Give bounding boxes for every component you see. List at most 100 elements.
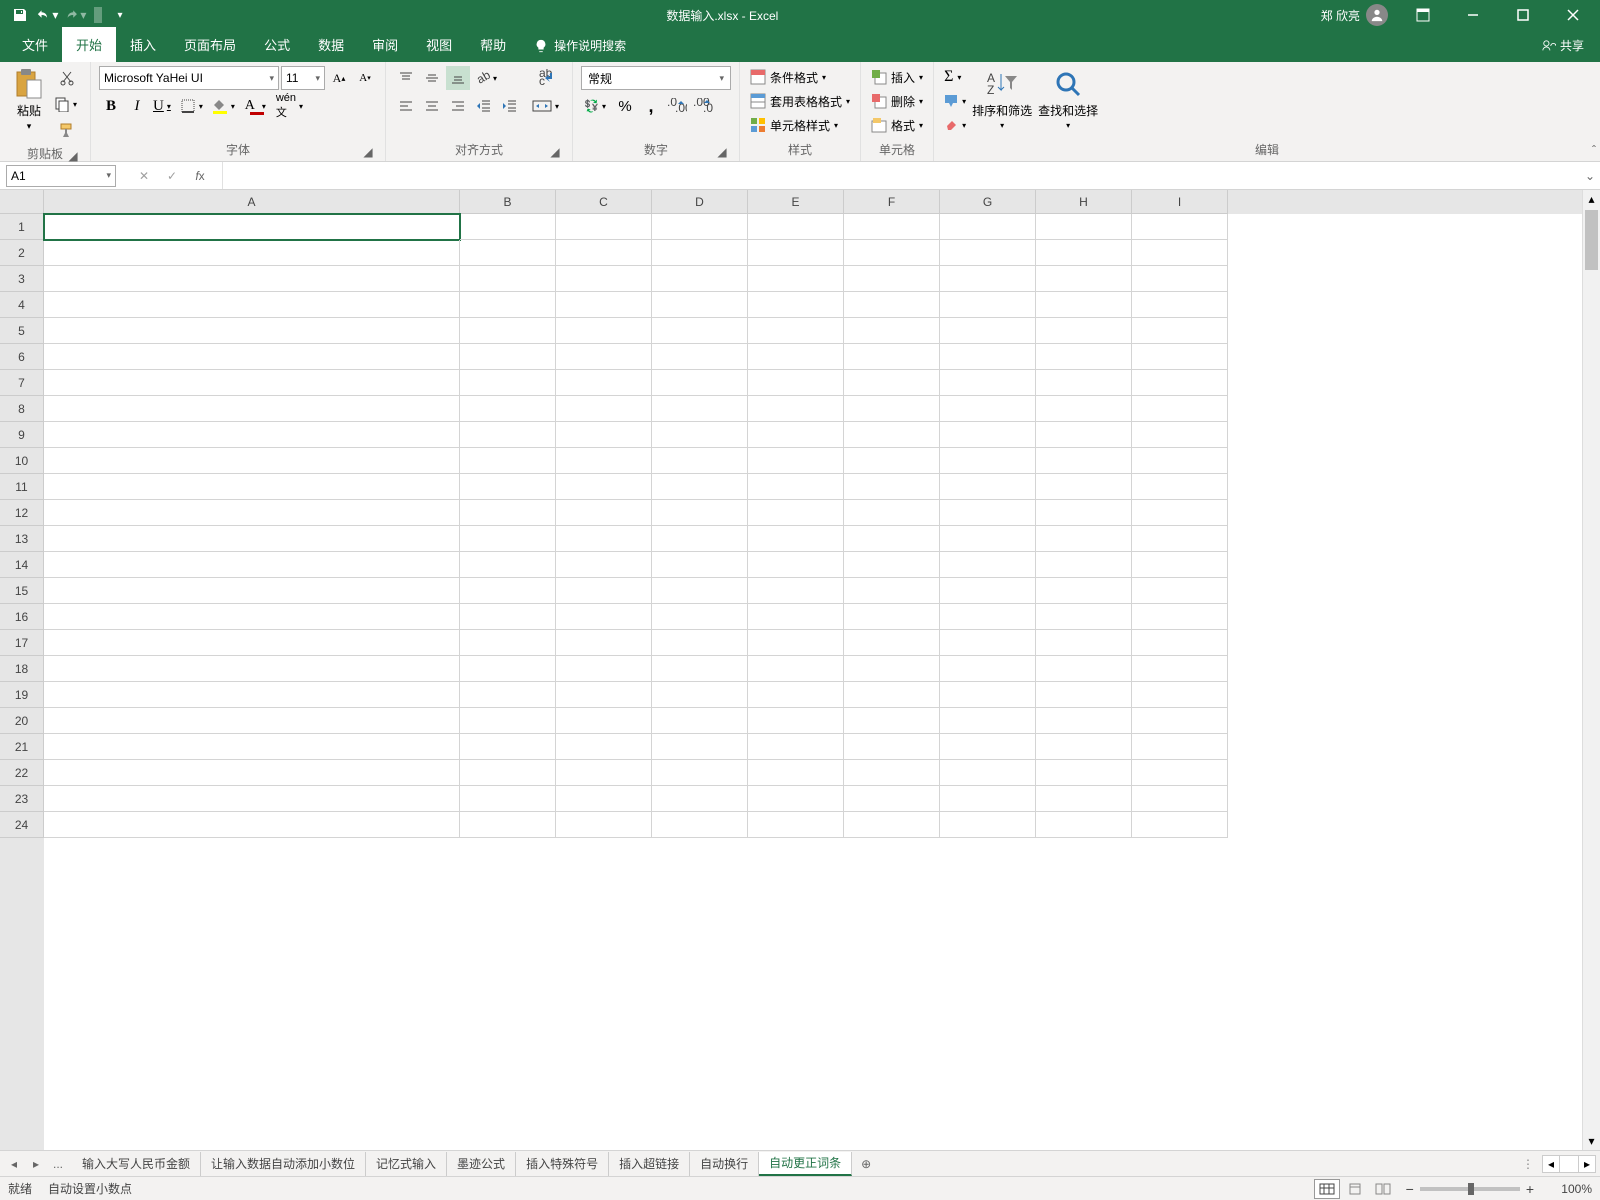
insert-function-button[interactable]: fx — [188, 165, 212, 187]
cell[interactable] — [844, 682, 940, 708]
row-header[interactable]: 23 — [0, 786, 44, 812]
cell[interactable] — [652, 578, 748, 604]
minimize-button[interactable] — [1450, 0, 1496, 30]
cell[interactable] — [940, 318, 1036, 344]
cell[interactable] — [44, 604, 460, 630]
cell[interactable] — [940, 786, 1036, 812]
cell[interactable] — [1132, 448, 1228, 474]
cell[interactable] — [844, 448, 940, 474]
cell[interactable] — [652, 292, 748, 318]
decrease-indent-button[interactable] — [472, 94, 496, 118]
percent-button[interactable]: % — [613, 94, 637, 118]
cell[interactable] — [460, 214, 556, 240]
cell[interactable] — [844, 630, 940, 656]
cell[interactable] — [1132, 214, 1228, 240]
page-break-view-button[interactable] — [1370, 1179, 1396, 1199]
save-icon[interactable] — [8, 3, 32, 27]
font-name-combo[interactable]: ▾ — [99, 66, 279, 90]
align-center-button[interactable] — [420, 94, 444, 118]
new-sheet-button[interactable]: ⊕ — [852, 1157, 880, 1171]
sheet-nav-next[interactable]: ▸ — [28, 1157, 44, 1171]
font-color-button[interactable]: A▾ — [242, 94, 272, 118]
tab-home[interactable]: 开始 — [62, 27, 116, 62]
cell[interactable] — [460, 318, 556, 344]
column-header[interactable]: B — [460, 190, 556, 214]
find-select-button[interactable]: 查找和选择▾ — [1036, 66, 1100, 132]
cell[interactable] — [1132, 760, 1228, 786]
row-header[interactable]: 5 — [0, 318, 44, 344]
column-header[interactable]: I — [1132, 190, 1228, 214]
cell[interactable] — [556, 240, 652, 266]
cell[interactable] — [652, 734, 748, 760]
row-header[interactable]: 20 — [0, 708, 44, 734]
cell[interactable] — [556, 812, 652, 838]
scroll-up-button[interactable]: ▴ — [1583, 190, 1600, 208]
name-box[interactable]: ▾ — [6, 165, 116, 187]
cell[interactable] — [652, 214, 748, 240]
cell[interactable] — [940, 344, 1036, 370]
cell[interactable] — [1036, 240, 1132, 266]
cell[interactable] — [1036, 604, 1132, 630]
cell[interactable] — [556, 578, 652, 604]
share-button[interactable]: 共享 — [1526, 29, 1600, 62]
select-all-corner[interactable] — [0, 190, 44, 214]
align-dialog-launcher[interactable]: ◢ — [548, 145, 562, 159]
cell[interactable] — [748, 396, 844, 422]
row-header[interactable]: 10 — [0, 448, 44, 474]
row-header[interactable]: 13 — [0, 526, 44, 552]
scroll-thumb[interactable] — [1585, 210, 1598, 270]
cell[interactable] — [1132, 708, 1228, 734]
paste-button[interactable]: 粘贴 ▾ — [8, 66, 50, 134]
tab-file[interactable]: 文件 — [8, 27, 62, 62]
cell[interactable] — [556, 708, 652, 734]
cell[interactable] — [844, 734, 940, 760]
cell[interactable] — [44, 734, 460, 760]
expand-formula-bar-button[interactable]: ⌄ — [1580, 169, 1600, 183]
row-header[interactable]: 16 — [0, 604, 44, 630]
undo-button[interactable]: ▾ — [36, 3, 60, 27]
fill-color-button[interactable]: ▾ — [210, 94, 240, 118]
tell-me[interactable]: 操作说明搜索 — [520, 29, 640, 62]
cell[interactable] — [1036, 292, 1132, 318]
cell[interactable] — [1036, 734, 1132, 760]
cell[interactable] — [1036, 500, 1132, 526]
cell[interactable] — [460, 292, 556, 318]
cell[interactable] — [652, 526, 748, 552]
cell[interactable] — [1036, 682, 1132, 708]
cell[interactable] — [748, 474, 844, 500]
cell[interactable] — [460, 786, 556, 812]
accounting-format-button[interactable]: 💱▾ — [581, 94, 611, 118]
tab-help[interactable]: 帮助 — [466, 27, 520, 62]
cell[interactable] — [940, 214, 1036, 240]
cell[interactable] — [1036, 266, 1132, 292]
cell[interactable] — [940, 630, 1036, 656]
cell[interactable] — [460, 500, 556, 526]
cell[interactable] — [460, 682, 556, 708]
clear-button[interactable]: ▾ — [942, 114, 968, 136]
zoom-level[interactable]: 100% — [1548, 1182, 1592, 1196]
delete-cells-button[interactable]: 删除▾ — [869, 90, 925, 112]
cell[interactable] — [1036, 812, 1132, 838]
cell[interactable] — [1132, 474, 1228, 500]
cell[interactable] — [748, 812, 844, 838]
close-button[interactable] — [1550, 0, 1596, 30]
row-header[interactable]: 7 — [0, 370, 44, 396]
tab-view[interactable]: 视图 — [412, 27, 466, 62]
cell[interactable] — [1132, 422, 1228, 448]
fill-button[interactable]: ▾ — [942, 90, 968, 112]
autosum-button[interactable]: Σ▾ — [942, 66, 968, 88]
cell[interactable] — [556, 526, 652, 552]
row-header[interactable]: 12 — [0, 500, 44, 526]
cell[interactable] — [844, 240, 940, 266]
cell[interactable] — [748, 422, 844, 448]
cell[interactable] — [940, 526, 1036, 552]
align-middle-button[interactable] — [420, 66, 444, 90]
column-header[interactable]: E — [748, 190, 844, 214]
cell[interactable] — [44, 682, 460, 708]
cell[interactable] — [1132, 812, 1228, 838]
cell[interactable] — [460, 396, 556, 422]
cell[interactable] — [844, 760, 940, 786]
cell[interactable] — [556, 344, 652, 370]
cell[interactable] — [1132, 318, 1228, 344]
cell[interactable] — [460, 422, 556, 448]
